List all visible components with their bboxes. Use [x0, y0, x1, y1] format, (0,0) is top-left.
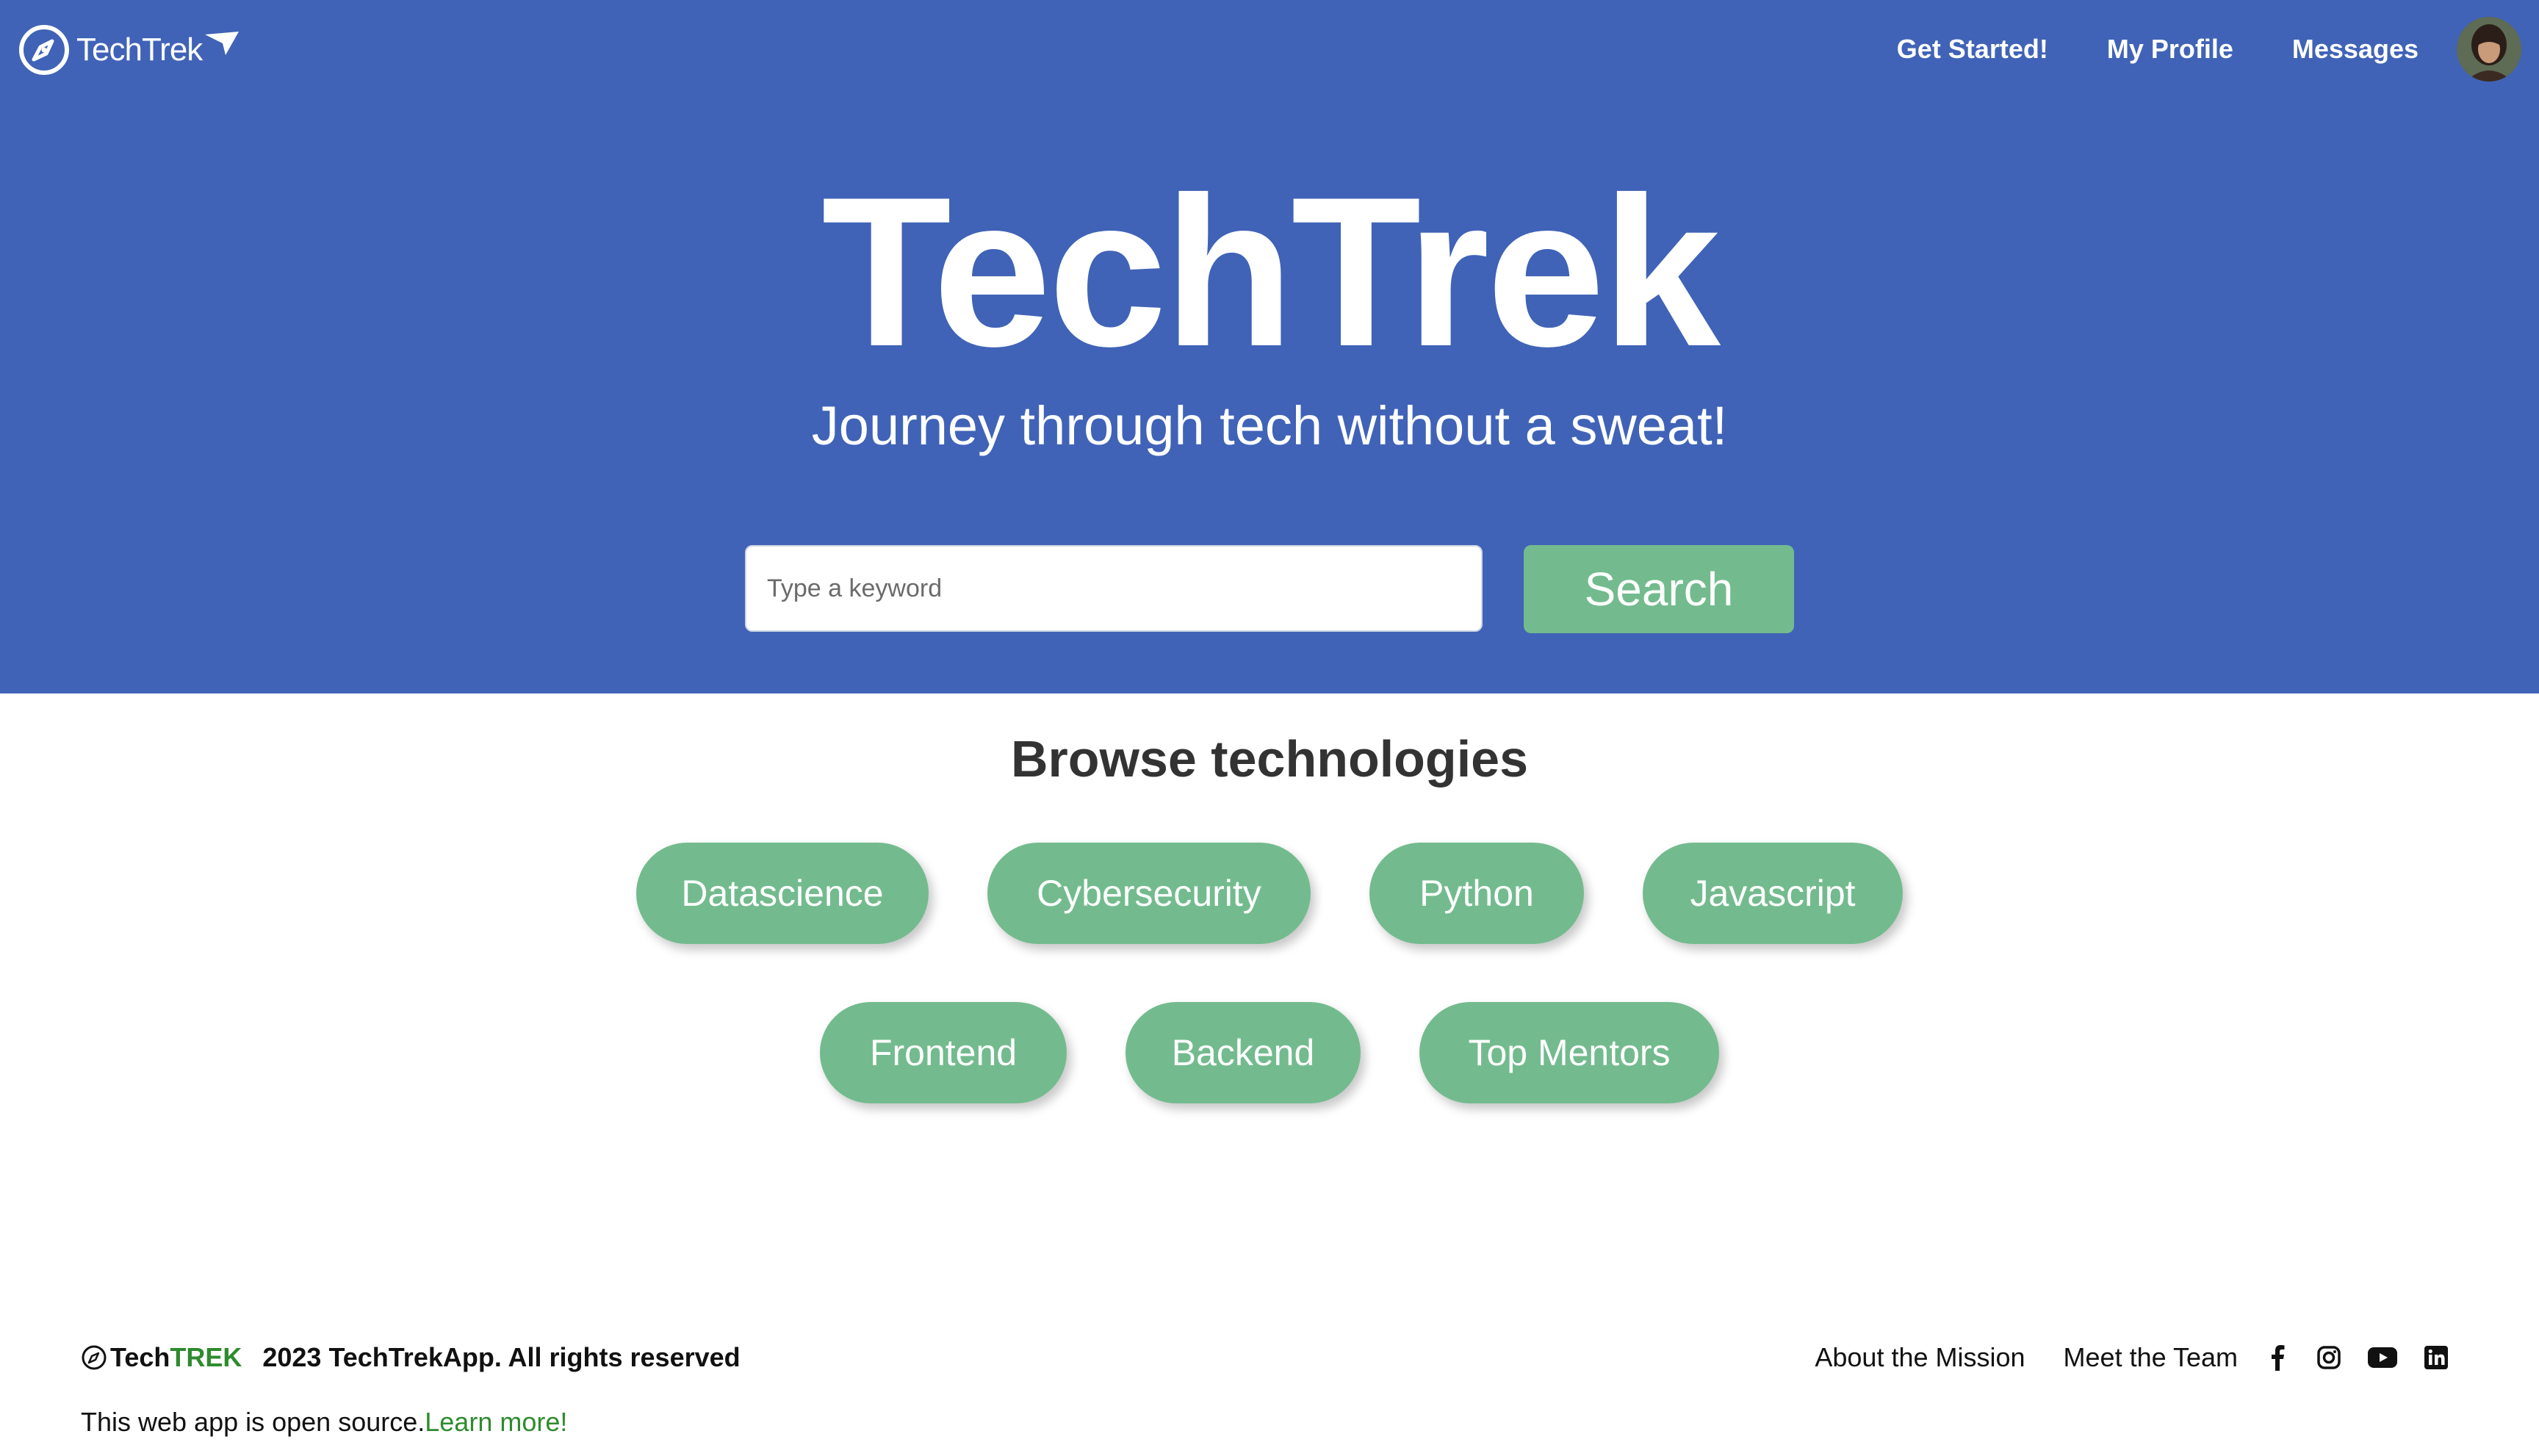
nav-get-started[interactable]: Get Started! [1897, 34, 2048, 65]
nav-my-profile[interactable]: My Profile [2107, 34, 2233, 65]
chip-javascript[interactable]: Javascript [1643, 843, 1903, 944]
chip-datascience[interactable]: Datascience [636, 843, 929, 944]
logo-text: TechTrek [76, 32, 203, 68]
footer-rights: 2023 TechTrekApp. All rights reserved [262, 1342, 741, 1372]
search-button[interactable]: Search [1524, 545, 1794, 633]
youtube-icon[interactable] [2367, 1344, 2398, 1371]
compass-icon [82, 1345, 107, 1370]
footer-open-source: This web app is open source. Learn more! [81, 1402, 567, 1443]
site-logo[interactable]: TechTrek [18, 24, 240, 76]
instagram-icon[interactable] [2316, 1344, 2342, 1371]
learn-more-link[interactable]: Learn more! [425, 1407, 567, 1438]
avatar-image [2457, 17, 2521, 82]
footer-links: About the Mission Meet the Team [1815, 1337, 2449, 1378]
chip-cybersecurity[interactable]: Cybersecurity [987, 843, 1311, 944]
chip-python[interactable]: Python [1369, 843, 1584, 944]
meet-team-link[interactable]: Meet the Team [2064, 1342, 2238, 1373]
footer-brand-trek: TREK [170, 1342, 242, 1372]
open-source-text: This web app is open source. [81, 1407, 425, 1437]
hero-title: TechTrek [821, 153, 1721, 391]
chip-frontend[interactable]: Frontend [820, 1002, 1067, 1103]
footer-brand: Tech TREK 2023 TechTrekApp. All rights re… [81, 1337, 741, 1378]
linkedin-icon[interactable] [2423, 1344, 2449, 1371]
browse-title: Browse technologies [1010, 730, 1529, 788]
arrow-icon [205, 32, 240, 55]
compass-icon [19, 25, 69, 75]
chip-top-mentors[interactable]: Top Mentors [1419, 1002, 1719, 1103]
nav-messages[interactable]: Messages [2292, 34, 2419, 65]
hero-subtitle: Journey through tech without a sweat! [811, 395, 1728, 456]
avatar[interactable] [2457, 17, 2521, 82]
top-nav: Get Started! My Profile Messages [1897, 16, 2521, 82]
chip-backend[interactable]: Backend [1126, 1002, 1361, 1103]
footer-brand-tech: Tech [110, 1342, 170, 1372]
about-mission-link[interactable]: About the Mission [1815, 1342, 2025, 1373]
hero-banner: TechTrek Get Started! My Profile Message… [0, 0, 2539, 693]
facebook-icon[interactable] [2264, 1344, 2291, 1371]
search-input[interactable] [745, 545, 1483, 632]
